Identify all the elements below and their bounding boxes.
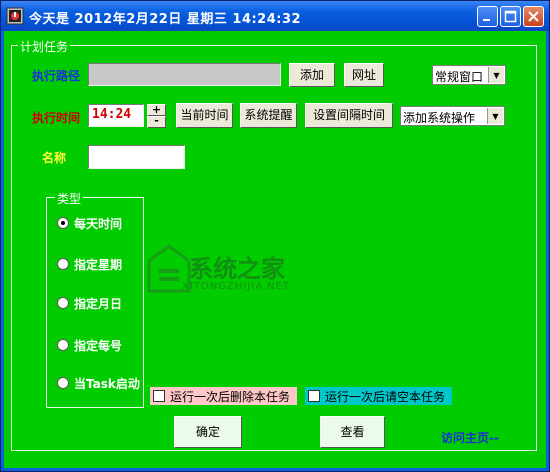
maximize-button[interactable] [500,6,521,27]
name-input[interactable] [88,145,185,169]
exec-path-input[interactable] [88,63,281,86]
set-interval-button[interactable]: 设置间隔时间 [305,103,393,128]
radio-daily[interactable] [57,217,69,229]
exec-time-label: 执行时间 [32,111,81,125]
radio-month-day-label[interactable]: 指定月日 [74,295,122,312]
system-reminder-button[interactable]: 系统提醒 [240,103,297,128]
system-action-select[interactable]: 添加系统操作 ▼ [400,106,505,126]
main-panel: 计划任务 执行路径 添加 网址 常规窗口 ▼ 执行时间 14:24 + - 当前… [1,31,549,471]
radio-task-start[interactable] [57,377,69,389]
watermark-subtitle: XITONGZHIJIA.NET [182,281,290,292]
maximize-icon [504,10,517,23]
time-spin-down-button[interactable]: - [147,114,166,128]
radio-month-day[interactable] [57,297,69,309]
delete-after-run-label: 运行一次后删除本任务 [170,389,291,404]
close-button[interactable] [523,6,544,27]
window-mode-value: 常规窗口 [435,70,484,84]
exec-time-value: 14:24 [92,107,132,122]
clear-after-run-box[interactable] [308,390,320,402]
current-time-button[interactable]: 当前时间 [176,103,233,128]
view-button-label: 查看 [340,425,365,439]
chevron-down-icon[interactable]: ▼ [487,108,503,124]
type-legend: 类型 [55,190,84,207]
current-time-button-label: 当前时间 [180,108,229,122]
delete-after-run-checkbox[interactable]: 运行一次后删除本任务 [150,387,297,405]
radio-task-start-label[interactable]: 当Task启动 [74,375,140,392]
title-bar[interactable]: 今天是 2012年2月22日 星期三 14:24:32 [1,1,549,31]
close-icon [528,11,539,22]
ok-button-label: 确定 [195,425,220,439]
spin-up-icon: + [151,103,162,116]
exec-time-input[interactable]: 14:24 [88,104,144,127]
add-button-label: 添加 [299,68,324,82]
spin-down-icon: - [154,114,159,127]
window-mode-select[interactable]: 常规窗口 ▼ [432,65,506,85]
system-reminder-button-label: 系统提醒 [244,108,293,122]
app-window: 今天是 2012年2月22日 星期三 14:24:32 计划任务 执行路径 添加… [0,0,550,472]
app-icon [6,7,24,25]
plan-task-legend: 计划任务 [18,38,71,55]
homepage-link[interactable]: 访问主页-- [441,429,499,446]
delete-after-run-box[interactable] [153,390,165,402]
minimize-icon [483,19,490,21]
set-interval-button-label: 设置间隔时间 [312,108,385,122]
radio-each-date-label[interactable]: 指定每号 [74,337,122,354]
url-button[interactable]: 网址 [344,63,384,87]
clear-after-run-checkbox[interactable]: 运行一次后请空本任务 [305,387,452,405]
radio-weekday-label[interactable]: 指定星期 [74,256,122,273]
minimize-button[interactable] [477,6,498,27]
view-button[interactable]: 查看 [320,416,385,448]
exec-path-label: 执行路径 [32,69,81,83]
radio-daily-label[interactable]: 每天时间 [74,215,122,232]
radio-each-date[interactable] [57,339,69,351]
clear-after-run-label: 运行一次后请空本任务 [325,389,446,404]
add-button[interactable]: 添加 [289,63,335,87]
name-label: 名称 [42,151,67,165]
radio-weekday[interactable] [57,258,69,270]
watermark-title: 系统之家 [189,255,285,283]
chevron-down-icon[interactable]: ▼ [488,67,504,83]
ok-button[interactable]: 确定 [174,416,242,448]
url-button-label: 网址 [351,68,376,82]
system-action-value: 添加系统操作 [403,111,476,125]
window-title: 今天是 2012年2月22日 星期三 14:24:32 [29,12,302,27]
